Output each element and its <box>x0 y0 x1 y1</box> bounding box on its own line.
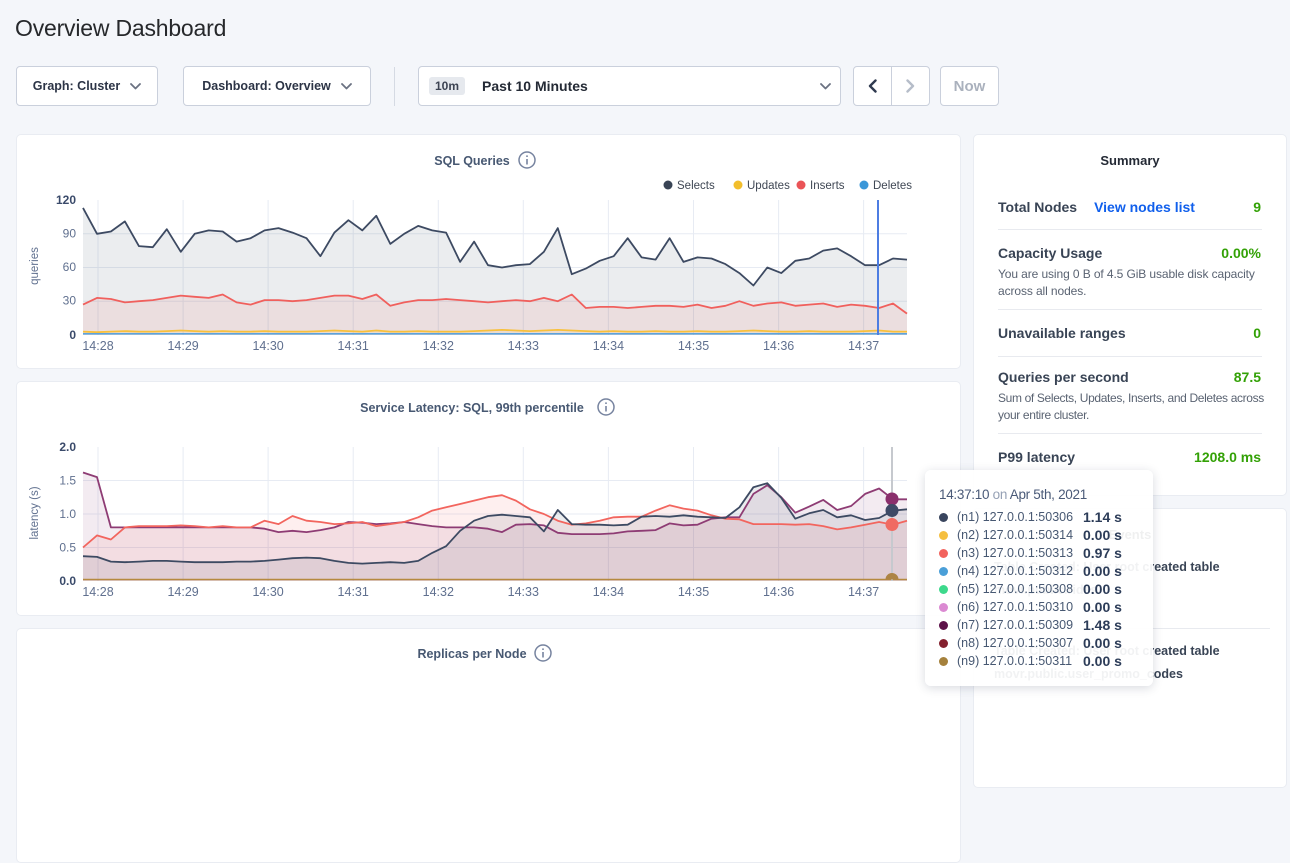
svg-text:0.5: 0.5 <box>59 541 76 555</box>
svg-text:14:28: 14:28 <box>82 585 113 599</box>
svg-text:60: 60 <box>63 260 77 274</box>
svg-text:90: 90 <box>63 227 77 241</box>
svg-text:14:30: 14:30 <box>252 339 283 353</box>
svg-text:Service Latency: SQL, 99th per: Service Latency: SQL, 99th percentile <box>360 401 584 415</box>
svg-text:14:35: 14:35 <box>678 585 709 599</box>
svg-text:latency (s): latency (s) <box>29 486 41 539</box>
svg-text:14:36: 14:36 <box>763 585 794 599</box>
svg-text:Replicas per Node: Replicas per Node <box>417 647 526 661</box>
svg-text:30: 30 <box>63 294 77 308</box>
svg-text:14:31: 14:31 <box>338 339 369 353</box>
svg-text:queries: queries <box>29 247 41 285</box>
svg-text:14:35: 14:35 <box>678 339 709 353</box>
svg-text:14:28: 14:28 <box>82 339 113 353</box>
svg-text:120: 120 <box>56 193 76 207</box>
svg-text:Selects: Selects <box>677 180 715 192</box>
svg-text:14:32: 14:32 <box>423 339 454 353</box>
svg-text:14:36: 14:36 <box>763 339 794 353</box>
svg-text:14:30: 14:30 <box>252 585 283 599</box>
svg-text:Updates: Updates <box>747 180 790 192</box>
svg-text:Inserts: Inserts <box>810 180 845 192</box>
svg-text:0: 0 <box>69 328 76 342</box>
svg-text:14:33: 14:33 <box>508 585 539 599</box>
svg-text:1.5: 1.5 <box>59 474 76 488</box>
svg-text:1.0: 1.0 <box>59 507 76 521</box>
svg-text:14:33: 14:33 <box>508 339 539 353</box>
svg-text:SQL Queries: SQL Queries <box>434 154 510 168</box>
svg-text:14:29: 14:29 <box>167 339 198 353</box>
svg-text:14:29: 14:29 <box>167 585 198 599</box>
svg-text:Deletes: Deletes <box>873 180 912 192</box>
svg-text:14:31: 14:31 <box>338 585 369 599</box>
svg-text:14:37: 14:37 <box>848 585 879 599</box>
svg-text:14:34: 14:34 <box>593 585 624 599</box>
svg-text:14:34: 14:34 <box>593 339 624 353</box>
svg-text:2.0: 2.0 <box>59 440 76 454</box>
svg-text:14:32: 14:32 <box>423 585 454 599</box>
svg-text:0.0: 0.0 <box>59 574 76 588</box>
svg-text:14:37: 14:37 <box>848 339 879 353</box>
